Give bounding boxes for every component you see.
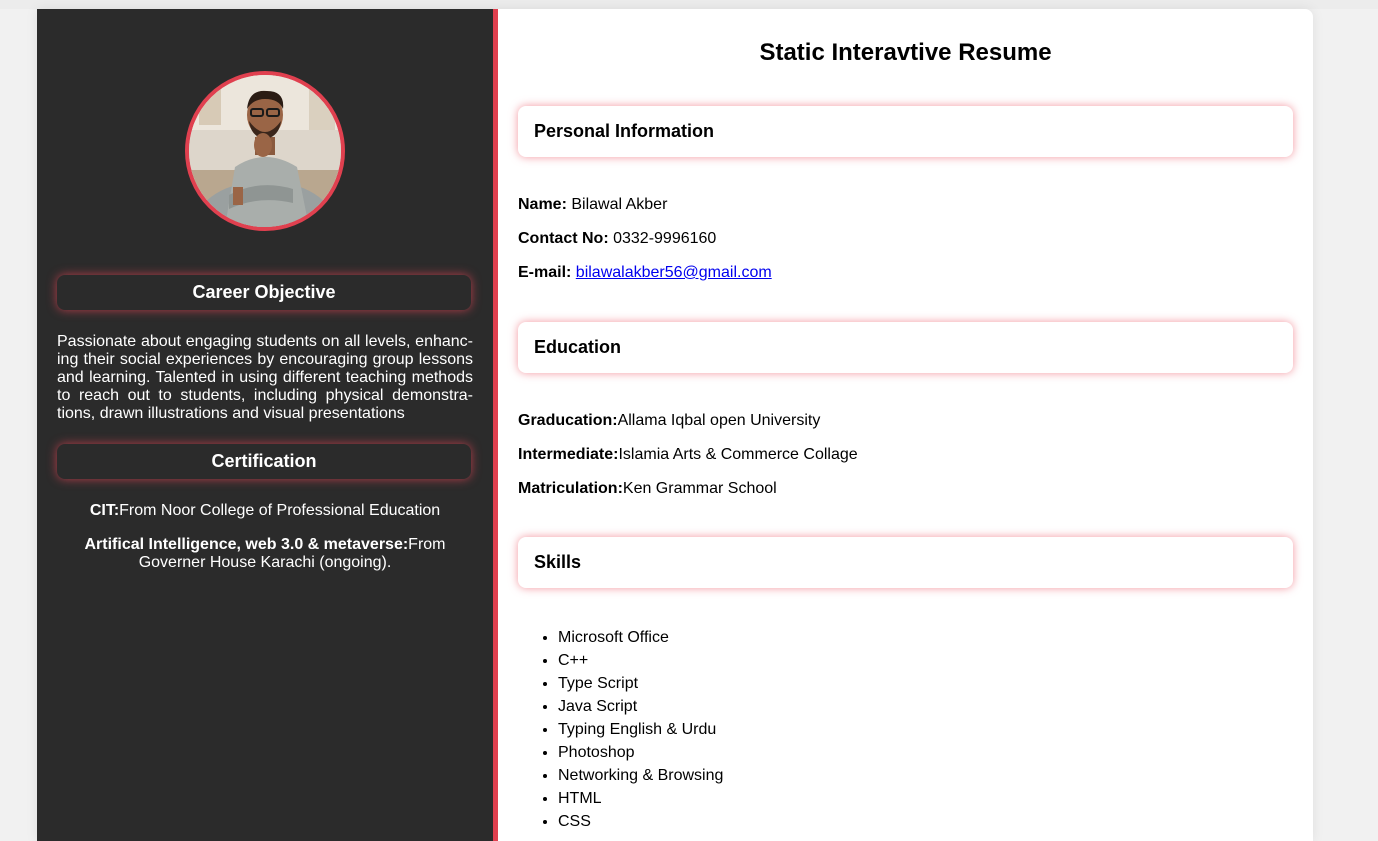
personal-information-heading: Personal Information xyxy=(518,106,1293,157)
certification-heading: Certification xyxy=(57,444,471,479)
graduation-value: Allama Iqbal open University xyxy=(617,412,821,429)
email-link[interactable]: bilawalakber56@gmail.com xyxy=(576,264,772,281)
skill-item: HTML xyxy=(558,787,723,810)
intermediate-label: Intermediate: xyxy=(518,446,619,463)
email-label: E-mail: xyxy=(518,264,572,281)
career-objective-heading: Career Objective xyxy=(57,275,471,310)
section-title: Education xyxy=(534,337,622,357)
page-top-strip xyxy=(0,0,1378,9)
certification-label: Artifical Intelligence, web 3.0 & metave… xyxy=(84,536,409,553)
skill-item: Microsoft Office xyxy=(558,626,723,649)
name-row: Name: Bilawal Akber xyxy=(518,196,667,214)
matriculation-value: Ken Grammar School xyxy=(622,480,777,497)
avatar xyxy=(185,71,345,231)
name-value: Bilawal Akber xyxy=(571,196,668,213)
contact-label: Contact No: xyxy=(518,230,609,247)
certification-value: From Noor College of Professional Educat… xyxy=(119,502,441,519)
email-row: E-mail: bilawalakber56@gmail.com xyxy=(518,264,772,282)
intermediate-row: Intermediate:Islamia Arts & Commerce Col… xyxy=(518,446,858,464)
graduation-label: Graducation: xyxy=(518,412,618,429)
certification-label: CIT: xyxy=(89,502,120,519)
skill-item: Networking & Browsing xyxy=(558,764,723,787)
main-content: Static Interavtive Resume Personal Infor… xyxy=(498,9,1313,841)
career-objective-title: Career Objective xyxy=(192,282,336,302)
section-title: Skills xyxy=(534,552,582,572)
profile-photo xyxy=(189,75,341,227)
section-title: Personal Information xyxy=(534,121,715,141)
resume-container: Career Objective Passionate about engagi… xyxy=(37,9,1313,841)
education-heading: Education xyxy=(518,322,1293,373)
sidebar: Career Objective Passionate about engagi… xyxy=(37,9,498,841)
skills-heading: Skills xyxy=(518,537,1293,588)
skill-item: CSS xyxy=(558,810,723,833)
certification-title: Certification xyxy=(211,451,317,471)
skill-item: Java Script xyxy=(558,695,723,718)
intermediate-value: Islamia Arts & Commerce Collage xyxy=(618,446,858,463)
certification-item: Artifical Intelligence, web 3.0 & metave… xyxy=(57,536,473,572)
career-objective-text: Passionate about engaging students on al… xyxy=(57,333,473,422)
contact-row: Contact No: 0332-9996160 xyxy=(518,230,716,248)
skill-item: C++ xyxy=(558,649,723,672)
certification-item: CIT:From Noor College of Professional Ed… xyxy=(57,502,473,520)
page-title: Static Interavtive Resume xyxy=(759,39,1052,66)
contact-value: 0332-9996160 xyxy=(613,230,717,247)
matriculation-label: Matriculation: xyxy=(518,480,623,497)
skill-item: Photoshop xyxy=(558,741,723,764)
name-label: Name: xyxy=(518,196,567,213)
skill-item: Type Script xyxy=(558,672,723,695)
skill-item: Typing English & Urdu xyxy=(558,718,723,741)
graduation-row: Graducation:Allama Iqbal open University xyxy=(518,412,820,430)
matriculation-row: Matriculation:Ken Grammar School xyxy=(518,480,777,498)
skills-list: Microsoft Office C++ Type Script Java Sc… xyxy=(518,626,723,833)
